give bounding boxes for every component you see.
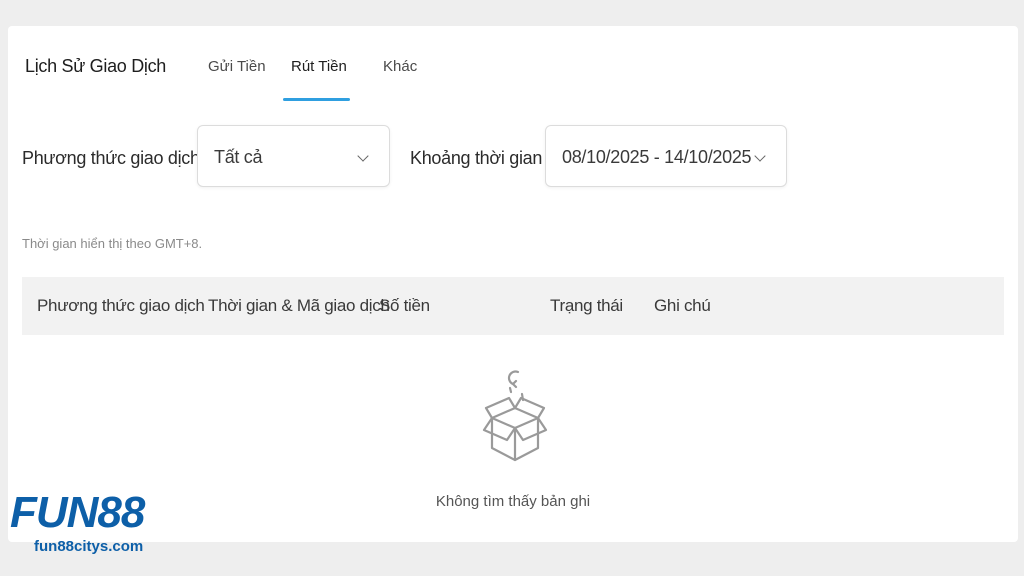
fun88-logo: FUN88 FUN88	[10, 489, 150, 533]
column-header-amount: Số tiền	[379, 296, 430, 315]
timezone-note: Thời gian hiển thị theo GMT+8.	[22, 236, 203, 251]
method-filter-label: Phương thức giao dịch	[22, 148, 200, 168]
column-header-status: Trạng thái	[550, 296, 623, 315]
chevron-down-icon	[357, 150, 369, 162]
date-range-select[interactable]: 08/10/2025 - 14/10/2025	[545, 125, 787, 187]
transaction-history-panel: Lịch Sử Giao Dịch Gửi Tiền Rút Tiền Khác…	[8, 26, 1018, 542]
period-filter-label: Khoảng thời gian	[410, 148, 543, 168]
watermark-site: fun88citys.com	[34, 538, 144, 555]
page-title: Lịch Sử Giao Dịch	[25, 56, 167, 76]
method-select-value: Tất cả	[214, 147, 263, 167]
svg-text:FUN88: FUN88	[10, 489, 146, 533]
table-header: Phương thức giao dịch Thời gian & Mã gia…	[22, 277, 1004, 335]
method-select[interactable]: Tất cả	[197, 125, 390, 187]
date-range-value: 08/10/2025 - 14/10/2025	[562, 147, 752, 167]
column-header-time-code: Thời gian & Mã giao dịch	[208, 296, 390, 315]
empty-box-icon	[482, 370, 548, 462]
tab-deposit[interactable]: Gửi Tiền	[208, 58, 266, 75]
chevron-down-icon	[754, 150, 766, 162]
active-tab-indicator	[283, 98, 350, 101]
tab-other[interactable]: Khác	[383, 58, 417, 75]
column-header-method: Phương thức giao dịch	[37, 296, 205, 315]
tab-withdraw[interactable]: Rút Tiền	[291, 58, 347, 75]
column-header-note: Ghi chú	[654, 296, 711, 315]
